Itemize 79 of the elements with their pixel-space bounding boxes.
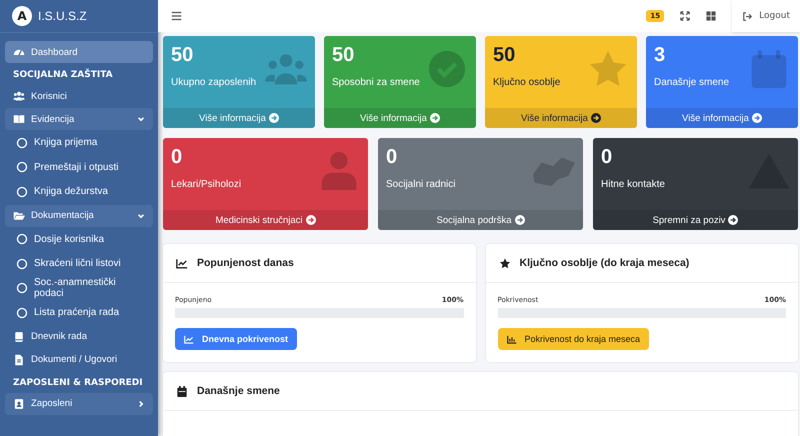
book-icon: [13, 330, 25, 342]
section-header: SOCIJALNA ZAŠTITA: [12, 68, 114, 82]
more-info-link[interactable]: Medicinski stručnjaci: [163, 210, 368, 230]
arrow-circle-icon: [430, 113, 440, 123]
arrow-circle-icon: [728, 215, 738, 225]
nav-subitem[interactable]: Knjiga prijema: [5, 131, 153, 154]
stat-label: Sposobni za smene: [332, 77, 420, 88]
stat-value: 0: [171, 146, 184, 169]
nav-subitem[interactable]: Premeštaji i otpusti: [5, 156, 153, 179]
stat-label: Ključno osoblje: [493, 77, 560, 88]
section-header: ZAPOSLENI & RASPOREDI: [12, 376, 144, 390]
stat-value: 50: [493, 44, 516, 67]
nav-group[interactable]: Evidencija: [5, 108, 153, 130]
stat-label: Hitne kontakte: [601, 179, 665, 190]
arrow-circle-icon: [268, 113, 279, 123]
stat-value: 3: [654, 44, 666, 67]
more-info-link[interactable]: Više informacija: [485, 108, 637, 128]
nav-subitem[interactable]: Lista praćenja rada: [5, 301, 153, 324]
book-icon: [13, 113, 25, 125]
arrow-circle-icon: [590, 113, 601, 123]
line-chart-icon: [176, 258, 188, 268]
circle-icon: [16, 306, 28, 319]
circle-icon: [16, 161, 28, 174]
stat-label: Socijalni radnici: [386, 179, 456, 190]
stat-value: 0: [386, 146, 398, 169]
arrow-circle-icon: [306, 215, 316, 225]
arrow-circle-icon: [514, 215, 524, 225]
calendar-icon: [176, 386, 188, 396]
document-icon: [13, 354, 25, 366]
panel-title: Ključno osoblje (do kraja meseca): [520, 257, 690, 269]
circle-icon: [16, 233, 28, 246]
stat-label: Ukupno zaposlenih: [171, 77, 256, 88]
stat-value: 50: [332, 44, 356, 67]
star-icon: [587, 50, 629, 88]
chevron-icon: [137, 115, 145, 123]
grid-icon[interactable]: [706, 11, 716, 21]
circle-icon: [16, 186, 28, 198]
circle-icon: [16, 282, 28, 294]
nav-subitem[interactable]: Skraćeni lični listovi: [5, 252, 153, 276]
nav-subitem[interactable]: Knjiga dežurstva: [5, 180, 153, 204]
more-info-link[interactable]: Više informacija: [163, 108, 315, 128]
star-icon: [498, 258, 510, 268]
id-card-icon: [13, 398, 25, 410]
chevron-icon: [137, 212, 145, 220]
brand-name: I.S.U.S.Z: [38, 9, 87, 23]
folder-icon: [13, 210, 25, 222]
circle-icon: [16, 258, 28, 270]
panel-title: Današnje smene: [197, 385, 280, 397]
stat-label: Lekari/Psiholozi: [171, 179, 242, 190]
more-info-link[interactable]: Spremni za poziv: [593, 210, 798, 230]
menu-icon[interactable]: [171, 11, 182, 21]
stat-label: Današnje smene: [654, 77, 730, 88]
nav-item[interactable]: Dashboard: [5, 41, 153, 63]
logo-icon: A: [12, 6, 32, 26]
nav-group[interactable]: Zaposleni: [5, 392, 153, 414]
fullscreen-icon[interactable]: [680, 11, 690, 21]
nav-item[interactable]: Korisnici: [5, 85, 153, 107]
nav-subitem[interactable]: Soc.-anamnestički podaci: [5, 276, 153, 300]
more-info-link[interactable]: Više informacija: [324, 108, 476, 128]
action-button[interactable]: Dnevna pokrivenost: [175, 328, 298, 350]
nav-group[interactable]: Dokumentacija: [5, 204, 153, 226]
line-chart-icon: [184, 334, 194, 344]
logout-button[interactable]: Logout: [732, 0, 800, 32]
circle-icon: [16, 136, 28, 149]
more-info-link[interactable]: Više informacija: [646, 108, 798, 128]
users-icon: [13, 90, 25, 102]
stat-value: 0: [601, 146, 614, 169]
more-info-link[interactable]: Socijalna podrška: [378, 210, 583, 230]
check-circle-icon: [426, 50, 468, 88]
arrow-circle-icon: [752, 113, 762, 123]
nav-item[interactable]: Dnevnik rada: [5, 326, 153, 348]
stat-value: 50: [171, 44, 194, 67]
panel-title: Popunjenost danas: [197, 257, 294, 269]
nav-item[interactable]: Dokumenti / Ugovori: [5, 348, 153, 370]
chevron-icon: [137, 400, 145, 408]
bar-chart-icon: [506, 334, 516, 344]
logout-icon: [742, 12, 754, 20]
action-button[interactable]: Pokrivenost do kraja meseca: [498, 328, 650, 350]
nav-subitem[interactable]: Dosije korisnika: [5, 228, 153, 251]
